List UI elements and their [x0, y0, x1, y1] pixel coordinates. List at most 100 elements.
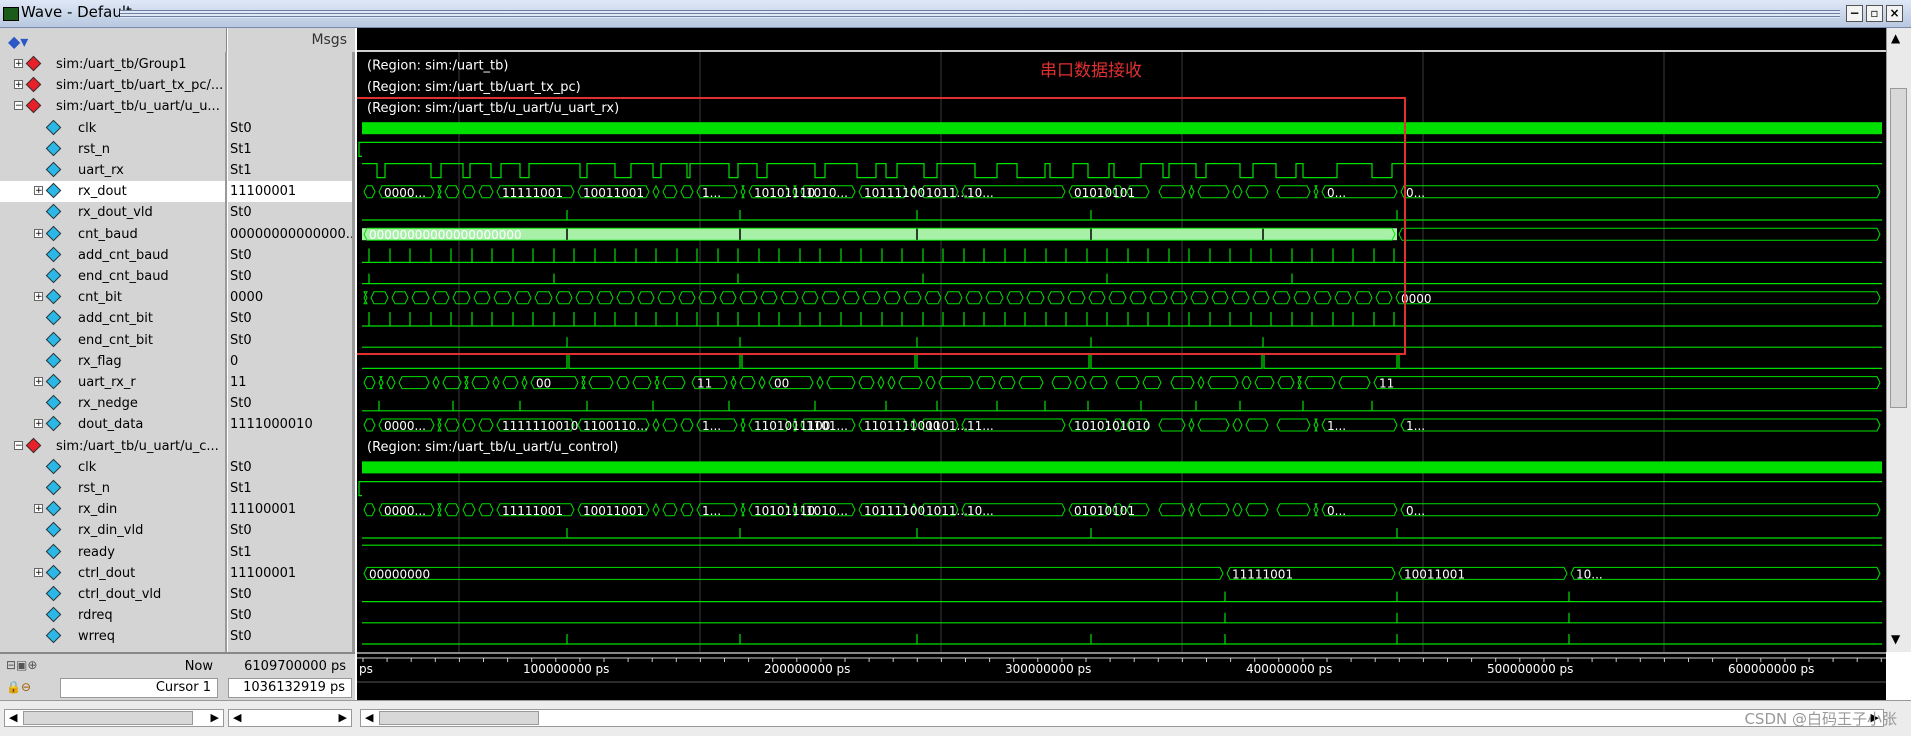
- signal-row[interactable]: end_cnt_bit: [0, 330, 225, 351]
- left-arrow-icon[interactable]: ◀: [9, 710, 17, 726]
- signal-row[interactable]: + rx_din: [0, 499, 225, 520]
- signal-row[interactable]: rx_din_vld: [0, 520, 225, 541]
- signal-value-row[interactable]: St1: [228, 160, 352, 181]
- time-ruler[interactable]: ps 100000000 ps 200000000 ps 300000000 ps 40…: [357, 652, 1886, 700]
- signal-value-row[interactable]: 11100001: [228, 181, 352, 203]
- signal-row[interactable]: − sim:/uart_tb/u_uart/u_c...: [0, 436, 225, 457]
- signal-value-row[interactable]: St0: [228, 266, 352, 287]
- signal-row[interactable]: ctrl_dout_vld: [0, 584, 225, 605]
- scroll-up-icon[interactable]: ▲: [1891, 31, 1900, 45]
- signal-row[interactable]: clk: [0, 118, 225, 139]
- signal-row[interactable]: rst_n: [0, 478, 225, 499]
- wave-toolbar-icon[interactable]: ◆▾: [8, 32, 28, 51]
- signal-row[interactable]: + sim:/uart_tb/uart_tx_pc/...: [0, 75, 225, 96]
- signal-row[interactable]: end_cnt_baud: [0, 266, 225, 287]
- close-button[interactable]: ×: [1886, 5, 1903, 22]
- expand-icon[interactable]: +: [34, 186, 43, 196]
- vertical-scrollbar[interactable]: ▲ ▼: [1886, 28, 1911, 652]
- signal-value-row[interactable]: [228, 436, 352, 457]
- waveform-canvas[interactable]: (Region: sim:/uart_tb) (Region: sim:/uart…: [357, 52, 1886, 652]
- now-icons[interactable]: ⊟▣⊕: [6, 658, 37, 672]
- restore-button[interactable]: ▫: [1866, 5, 1883, 22]
- signal-value-row[interactable]: [228, 54, 352, 75]
- right-arrow-icon[interactable]: ▶: [339, 710, 347, 726]
- signal-value-row[interactable]: 11100001: [228, 499, 352, 520]
- wave-hscroll[interactable]: ◀ ▶: [360, 709, 1884, 727]
- signal-row[interactable]: rx_nedge: [0, 393, 225, 414]
- signal-value-row[interactable]: 1111000010: [228, 414, 352, 435]
- expand-icon[interactable]: +: [14, 80, 23, 90]
- signal-row[interactable]: rx_dout_vld: [0, 202, 225, 223]
- cursor-value-field[interactable]: 1036132919 ps: [228, 678, 352, 698]
- signal-value-row[interactable]: [228, 75, 352, 96]
- signal-value-row[interactable]: St0: [228, 245, 352, 266]
- signal-row[interactable]: ready: [0, 542, 225, 563]
- signal-value-row[interactable]: 0: [228, 351, 352, 372]
- expand-icon[interactable]: +: [34, 504, 43, 514]
- signal-row[interactable]: + cnt_baud: [0, 224, 225, 245]
- signal-value-row[interactable]: St0: [228, 520, 352, 541]
- cursor-lock-icon[interactable]: 🔒⊖: [6, 680, 31, 694]
- signal-row[interactable]: wrreq: [0, 626, 225, 647]
- signal-row[interactable]: clk: [0, 457, 225, 478]
- scroll-down-icon[interactable]: ▼: [1891, 632, 1900, 646]
- signal-value-row[interactable]: St0: [228, 330, 352, 351]
- left-arrow-icon[interactable]: ◀: [233, 710, 241, 726]
- signal-row[interactable]: + rx_dout: [0, 181, 225, 203]
- cnt-bit-bus-segment: [1375, 291, 1393, 305]
- rx-din-bus-segment: [1276, 503, 1311, 517]
- signal-row[interactable]: add_cnt_bit: [0, 308, 225, 329]
- values-hscroll[interactable]: ◀ ▶: [228, 709, 352, 727]
- cursor-name-field[interactable]: Cursor 1: [60, 678, 218, 698]
- signal-value-row[interactable]: [228, 96, 352, 117]
- signal-value: St0: [230, 269, 252, 284]
- signal-value-row[interactable]: 11: [228, 372, 352, 393]
- waveform-area[interactable]: (Region: sim:/uart_tb) (Region: sim:/uart…: [357, 52, 1886, 652]
- expand-icon[interactable]: +: [34, 419, 43, 429]
- signal-value-row[interactable]: 0000: [228, 287, 352, 308]
- signal-value-row[interactable]: St0: [228, 584, 352, 605]
- signal-value-row[interactable]: St0: [228, 202, 352, 223]
- signal-value-row[interactable]: St1: [228, 478, 352, 499]
- rx-dout-bus-label: 0...: [1406, 186, 1425, 200]
- right-arrow-icon[interactable]: ▶: [211, 710, 219, 726]
- signal-row[interactable]: + ctrl_dout: [0, 563, 225, 584]
- signal-value-row[interactable]: 00000000000000...: [228, 224, 352, 245]
- wave-hscroll-thumb[interactable]: [379, 711, 539, 725]
- signal-row[interactable]: rst_n: [0, 139, 225, 160]
- collapse-icon[interactable]: −: [14, 101, 23, 111]
- expand-icon[interactable]: +: [34, 292, 43, 302]
- signal-value-row[interactable]: St0: [228, 605, 352, 626]
- cnt-bit-bus-segment: [698, 291, 717, 305]
- names-hscroll[interactable]: ◀ ▶: [4, 709, 224, 727]
- signal-row[interactable]: + sim:/uart_tb/Group1: [0, 54, 225, 75]
- expand-icon[interactable]: +: [34, 567, 43, 577]
- signal-row[interactable]: − sim:/uart_tb/u_uart/u_u...: [0, 96, 225, 117]
- signal-row[interactable]: rdreq: [0, 605, 225, 626]
- signal-value-row[interactable]: St0: [228, 457, 352, 478]
- signal-row[interactable]: + uart_rx_r: [0, 372, 225, 393]
- signal-value-row[interactable]: St0: [228, 393, 352, 414]
- signal-value-row[interactable]: St0: [228, 626, 352, 647]
- signal-row[interactable]: rx_flag: [0, 351, 225, 372]
- left-arrow-icon[interactable]: ◀: [365, 710, 373, 726]
- expand-icon[interactable]: +: [34, 377, 43, 387]
- signal-row[interactable]: uart_rx: [0, 160, 225, 181]
- signal-row[interactable]: + cnt_bit: [0, 287, 225, 308]
- signal-row[interactable]: add_cnt_baud: [0, 245, 225, 266]
- signal-values-panel[interactable]: St0 St1 St1 11100001 St0 00000000000000... St0…: [228, 52, 355, 652]
- minimize-button[interactable]: −: [1846, 5, 1863, 22]
- vertical-scroll-thumb[interactable]: [1890, 88, 1907, 408]
- expand-icon[interactable]: +: [34, 228, 43, 238]
- signal-value-row[interactable]: St0: [228, 118, 352, 139]
- signal-value-row[interactable]: St0: [228, 308, 352, 329]
- title-grip[interactable]: [120, 10, 1840, 18]
- signal-value-row[interactable]: 11100001: [228, 563, 352, 584]
- signal-value-row[interactable]: St1: [228, 542, 352, 563]
- signal-names-panel[interactable]: + sim:/uart_tb/Group1 + sim:/uart_tb/uart_t…: [0, 52, 227, 652]
- signal-value-row[interactable]: St1: [228, 139, 352, 160]
- expand-icon[interactable]: +: [14, 59, 23, 69]
- names-hscroll-thumb[interactable]: [23, 711, 193, 725]
- signal-row[interactable]: + dout_data: [0, 414, 225, 435]
- collapse-icon[interactable]: −: [14, 440, 23, 450]
